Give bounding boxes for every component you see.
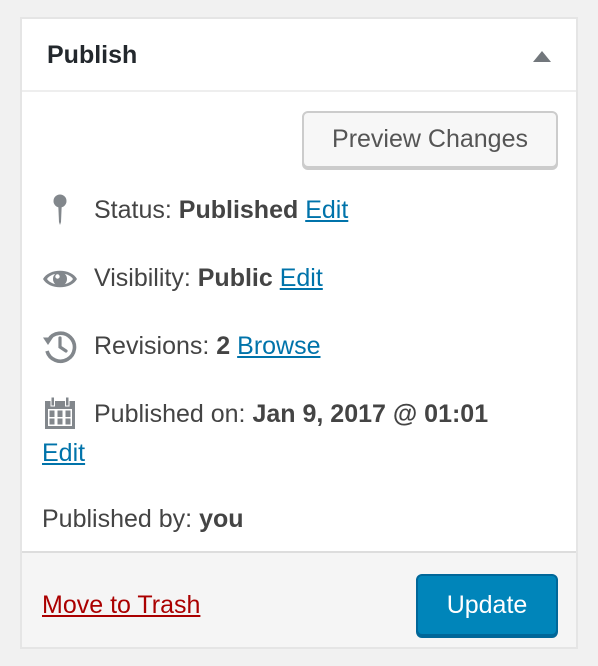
browse-revisions-link[interactable]: Browse bbox=[237, 332, 320, 360]
panel-title: Publish bbox=[47, 41, 138, 69]
published-by-row: Published by: you bbox=[42, 503, 244, 535]
eye-icon bbox=[43, 270, 77, 288]
visibility-label: Visibility: bbox=[94, 264, 191, 292]
published-by-value: you bbox=[199, 505, 244, 533]
edit-publish-date-link[interactable]: Edit bbox=[42, 437, 85, 469]
history-icon bbox=[43, 331, 77, 364]
published-on-value: Jan 9, 2017 @ 01:01 bbox=[252, 400, 489, 428]
pin-icon bbox=[53, 194, 67, 225]
visibility-value: Public bbox=[197, 264, 273, 292]
triangle-up-icon[interactable] bbox=[533, 51, 551, 62]
panel-header: Publish bbox=[22, 19, 576, 92]
published-on-label: Published on: bbox=[94, 400, 246, 428]
edit-status-link[interactable]: Edit bbox=[305, 196, 348, 224]
update-button[interactable]: Update bbox=[416, 574, 558, 636]
revisions-count: 2 bbox=[216, 332, 231, 360]
publish-panel: Publish Preview Changes Status: Publishe… bbox=[20, 17, 578, 649]
status-value: Published bbox=[178, 196, 299, 224]
published-by-label: Published by: bbox=[42, 505, 193, 533]
preview-changes-button[interactable]: Preview Changes bbox=[302, 111, 558, 168]
publish-actions-footer: Move to Trash Update bbox=[22, 551, 576, 647]
edit-visibility-link[interactable]: Edit bbox=[280, 264, 323, 292]
status-label: Status: bbox=[94, 196, 172, 224]
move-to-trash-link[interactable]: Move to Trash bbox=[42, 589, 200, 621]
calendar-icon bbox=[45, 396, 75, 429]
revisions-label: Revisions: bbox=[94, 332, 210, 360]
